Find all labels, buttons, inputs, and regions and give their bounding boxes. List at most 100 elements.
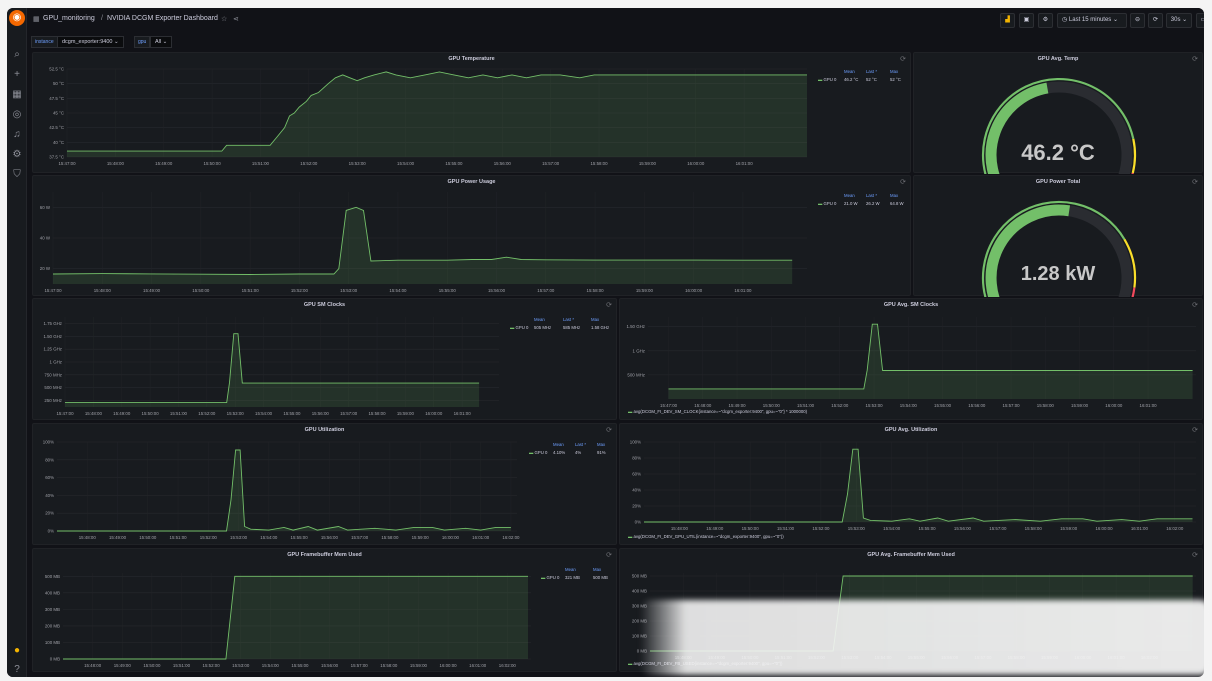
- x-tick-label: 15:58:00: [368, 411, 386, 416]
- y-tick-label: 37.5 °C: [49, 155, 64, 160]
- x-tick-label: 16:00:00: [442, 535, 460, 540]
- explore-icon[interactable]: ◎: [10, 108, 24, 122]
- x-tick-label: 15:54:00: [900, 403, 918, 408]
- y-tick-label: 0 MB: [50, 657, 60, 662]
- x-tick-label: 15:53:00: [340, 288, 358, 293]
- help-icon[interactable]: ?: [10, 663, 24, 677]
- zoom-out-icon[interactable]: ⊖: [1130, 13, 1145, 28]
- x-tick-label: 15:55:00: [919, 526, 937, 531]
- panel-gpu-avg-utilization[interactable]: GPU Avg. Utilization ⟳ 0% 20% 40% 60% 80% 100…: [619, 423, 1203, 545]
- configuration-gear-icon[interactable]: ⚙: [10, 148, 24, 162]
- variable-value-instance: dcgm_exporter:9400: [62, 39, 113, 45]
- share-icon[interactable]: ⋖: [233, 15, 239, 23]
- legend-series-query[interactable]: ▬ avg(DCGM_FI_DEV_SM_CLOCK{instance=~"dc…: [628, 409, 807, 414]
- x-tick-label: 15:55:00: [934, 403, 952, 408]
- x-tick-label: 15:56:00: [321, 535, 339, 540]
- tv-mode-icon[interactable]: ▭: [1196, 13, 1204, 28]
- search-icon[interactable]: ⌕: [10, 48, 24, 62]
- settings-gear-icon[interactable]: ⚙: [1038, 13, 1053, 28]
- legend-value-max: 91%: [597, 450, 606, 455]
- y-tick-label: 1.25 GHz: [43, 347, 62, 352]
- y-tick-label: 60%: [632, 472, 641, 477]
- top-navbar: ▦ GPU_monitoring / NVIDIA DCGM Exporter …: [27, 8, 1204, 34]
- x-tick-label: 15:50:00: [763, 403, 781, 408]
- x-tick-label: 16:01:00: [1131, 526, 1149, 531]
- shield-icon[interactable]: ⛉: [10, 168, 24, 182]
- grafana-logo-icon[interactable]: ◉: [9, 10, 25, 26]
- legend-series-gpu0[interactable]: ▬ GPU 0: [510, 325, 528, 330]
- x-tick-label: 15:58:00: [380, 663, 398, 668]
- x-tick-label: 15:58:00: [381, 535, 399, 540]
- x-tick-label: 15:51:00: [170, 411, 188, 416]
- gauge-value: 46.2 °C: [1021, 140, 1095, 165]
- x-tick-label: 16:00:00: [687, 161, 705, 166]
- x-tick-label: 15:54:00: [255, 411, 273, 416]
- x-tick-label: 16:00:00: [1095, 526, 1113, 531]
- variable-select-gpu[interactable]: All ⌄: [150, 36, 173, 48]
- y-tick-label: 40 °C: [53, 140, 64, 145]
- graph-add-panel-icon[interactable]: ▟: [1000, 13, 1015, 28]
- panel-gpu-utilization[interactable]: GPU Utilization ⟳ 0% 20% 40% 60% 80% 100% 15:4…: [32, 423, 617, 545]
- save-icon[interactable]: ▣: [1019, 13, 1034, 28]
- breadcrumb-folder[interactable]: GPU_monitoring: [43, 15, 95, 22]
- x-tick-label: 16:02:00: [1166, 526, 1184, 531]
- x-tick-label: 16:00:00: [685, 288, 703, 293]
- legend-query-text: avg(DCGM_FI_DEV_GPU_UTIL{instance=~"dcgm…: [633, 534, 784, 539]
- panel-gpu-avg-temp[interactable]: GPU Avg. Temp ⟳ 46.2 °C: [913, 52, 1203, 174]
- grafana-window: ◉ ⌕ + ▦ ◎ ♫ ⚙ ⛉ ● ? ▦ GPU_monitoring / N…: [7, 8, 1204, 677]
- panel-gpu-temperature[interactable]: GPU Temperature ⟳ 37.5 °C 40 °C 42.5 °C 45 …: [32, 52, 911, 173]
- gauge-value: 1.28 kW: [1020, 263, 1096, 285]
- legend-col-max: Max: [890, 193, 899, 198]
- dashboards-icon[interactable]: ▦: [10, 88, 24, 102]
- panel-gpu-framebuffer-mem-used[interactable]: GPU Framebuffer Mem Used ⟳ 0 MB 100 MB 200…: [32, 548, 617, 672]
- y-tick-label: 80%: [632, 456, 641, 461]
- y-tick-label: 20%: [632, 504, 641, 509]
- series-area: [53, 207, 793, 284]
- variable-select-instance[interactable]: dcgm_exporter:9400 ⌄: [57, 36, 124, 48]
- panel-gpu-power-total[interactable]: GPU Power Total ⟳ 1.28 kW: [913, 175, 1203, 297]
- x-tick-label: 15:52:00: [291, 288, 309, 293]
- y-tick-label: 45 °C: [53, 111, 64, 116]
- x-tick-label: 16:00:00: [1105, 403, 1123, 408]
- series-area: [67, 71, 807, 157]
- x-tick-label: 15:49:00: [155, 161, 173, 166]
- y-tick-label: 1 GHz: [50, 360, 62, 365]
- x-tick-label: 15:53:00: [848, 526, 866, 531]
- x-tick-label: 16:00:00: [425, 411, 443, 416]
- x-tick-label: 16:00:00: [440, 663, 458, 668]
- panel-gpu-power-usage[interactable]: GPU Power Usage ⟳ 20 W 40 W 60 W 15:47:00 15…: [32, 175, 911, 296]
- user-avatar-icon[interactable]: ●: [10, 644, 24, 658]
- x-tick-label: 15:55:00: [445, 161, 463, 166]
- x-tick-label: 15:51:00: [173, 663, 191, 668]
- alerting-bell-icon[interactable]: ♫: [10, 128, 24, 142]
- star-icon[interactable]: ☆: [221, 15, 227, 23]
- legend-series-gpu0[interactable]: ▬ GPU 0: [818, 77, 836, 82]
- time-range-picker[interactable]: ◷ Last 15 minutes ⌄: [1057, 13, 1127, 28]
- dashboard-title[interactable]: NVIDIA DCGM Exporter Dashboard: [107, 15, 218, 22]
- x-tick-label: 15:50:00: [742, 526, 760, 531]
- chart-gpu-temperature: 37.5 °C 40 °C 42.5 °C 45 °C 47.5 °C 50 °C 52.5…: [49, 67, 807, 166]
- legend-series-gpu0[interactable]: ▬ GPU 0: [541, 575, 559, 580]
- panel-gpu-sm-clocks[interactable]: GPU SM Clocks ⟳ 250 MHz 500 MHz 750 MHz 1 G…: [32, 298, 617, 420]
- plus-icon[interactable]: +: [10, 68, 24, 82]
- refresh-icon[interactable]: ⟳: [1148, 13, 1163, 28]
- y-tick-label: 1.75 GHz: [43, 321, 62, 326]
- legend-query-text: avg(DCGM_FI_DEV_SM_CLOCK{instance=~"dcgm…: [633, 409, 808, 414]
- legend-series-gpu0[interactable]: ▬ GPU 0: [818, 201, 836, 206]
- x-tick-label: 15:48:00: [671, 526, 689, 531]
- x-tick-label: 15:53:00: [230, 535, 248, 540]
- sidebar: ◉ ⌕ + ▦ ◎ ♫ ⚙ ⛉ ● ?: [7, 8, 27, 677]
- x-tick-label: 16:01:00: [469, 663, 487, 668]
- x-tick-label: 16:01:00: [1140, 403, 1158, 408]
- panel-gpu-avg-sm-clocks[interactable]: GPU Avg. SM Clocks ⟳ 500 MHz 1 GHz 1.50 GH…: [619, 298, 1203, 420]
- x-tick-label: 16:01:00: [472, 535, 490, 540]
- legend-series-query[interactable]: ▬ avg(DCGM_FI_DEV_GPU_UTIL{instance=~"dc…: [628, 534, 784, 539]
- legend-col-max: Max: [597, 442, 606, 447]
- legend-value-mean: 46.2 °C: [844, 77, 859, 82]
- x-tick-label: 15:54:00: [262, 663, 280, 668]
- legend-series-gpu0[interactable]: ▬ GPU 0: [529, 450, 547, 455]
- x-tick-label: 15:48:00: [107, 161, 125, 166]
- chart-gpu-avg-utilization: 0% 20% 40% 60% 80% 100% 15:48:00 15:49:00 15:50:…: [630, 440, 1196, 531]
- refresh-interval-picker[interactable]: 30s ⌄: [1166, 13, 1192, 28]
- x-tick-label: 15:57:00: [542, 161, 560, 166]
